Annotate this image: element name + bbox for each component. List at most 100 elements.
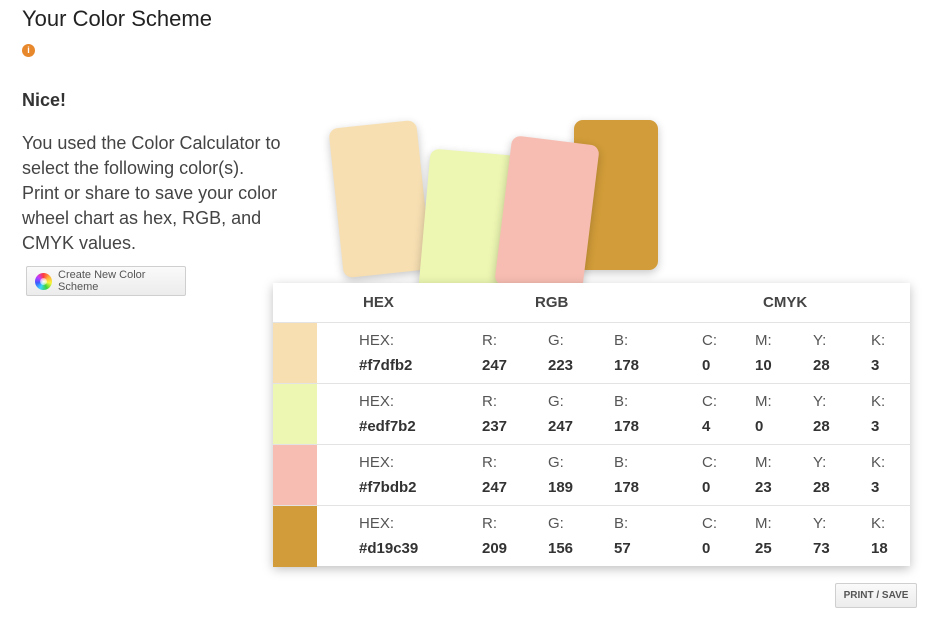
g-value: 189 [548,479,574,496]
color-swatch [273,384,317,444]
r-cell: R: 209 [482,516,507,557]
k-label: K: [871,332,886,349]
k-value: 3 [871,418,880,435]
c-cell: C: 4 [702,394,717,435]
print-save-button[interactable]: PRINT / SAVE [835,583,917,608]
g-value: 156 [548,540,574,557]
hex-cell: HEX: #d19c39 [359,516,418,557]
c-cell: C: 0 [702,333,717,374]
k-label: K: [871,454,886,471]
description-text: You used the Color Calculator to select … [22,133,281,253]
m-cell: M: 0 [755,394,772,435]
header-rgb: RGB [535,294,569,311]
hex-label: HEX: [359,393,395,410]
r-cell: R: 237 [482,394,507,435]
m-label: M: [755,393,772,410]
r-label: R: [482,393,497,410]
hex-label: HEX: [359,332,395,349]
c-value: 0 [702,357,711,374]
hex-cell: HEX: #edf7b2 [359,394,416,435]
table-row: HEX: #f7bdb2 R: 247 G: 189 B: 178 C: 0 M: 23 Y: 28 K: 3 [273,445,910,506]
m-label: M: [755,515,772,532]
hex-label: HEX: [359,454,395,471]
g-label: G: [548,332,564,349]
hex-value: #f7dfb2 [359,357,413,374]
success-heading: Nice! [22,90,67,110]
g-value: 223 [548,357,574,374]
g-label: G: [548,515,564,532]
b-value: 57 [614,540,631,557]
b-cell: B: 178 [614,455,639,496]
y-value: 28 [813,479,830,496]
m-value: 0 [755,418,764,435]
k-cell: K: 3 [871,455,885,496]
c-cell: C: 0 [702,455,717,496]
m-value: 23 [755,479,772,496]
m-cell: M: 10 [755,333,772,374]
y-value: 28 [813,418,830,435]
swatch-card-1 [328,119,432,279]
b-label: B: [614,332,629,349]
r-cell: R: 247 [482,455,507,496]
color-values-table: HEX RGB CMYK HEX: #f7dfb2 R: 247 G: 223 B: 178 C… [273,283,910,567]
g-cell: G: 247 [548,394,573,435]
m-cell: M: 23 [755,455,772,496]
y-label: Y: [813,515,827,532]
info-icon[interactable]: i [22,44,35,57]
swatch-card-3 [494,135,600,295]
b-label: B: [614,515,629,532]
r-value: 209 [482,540,508,557]
table-body: HEX: #f7dfb2 R: 247 G: 223 B: 178 C: 0 M: 10 Y: 28 K: 3… [273,323,910,567]
m-label: M: [755,454,772,471]
m-cell: M: 25 [755,516,772,557]
hex-value: #edf7b2 [359,418,416,435]
y-value: 73 [813,540,830,557]
g-cell: G: 156 [548,516,573,557]
create-new-color-scheme-button[interactable]: Create New Color Scheme [26,266,186,296]
color-wheel-icon [35,272,52,290]
b-value: 178 [614,357,640,374]
table-row: HEX: #f7dfb2 R: 247 G: 223 B: 178 C: 0 M: 10 Y: 28 K: 3 [273,323,910,384]
k-value: 3 [871,479,880,496]
y-cell: Y: 28 [813,394,830,435]
k-value: 3 [871,357,880,374]
m-value: 10 [755,357,772,374]
y-label: Y: [813,454,827,471]
b-label: B: [614,454,629,471]
hex-label: HEX: [359,515,395,532]
m-label: M: [755,332,772,349]
g-label: G: [548,454,564,471]
b-value: 178 [614,479,640,496]
r-value: 237 [482,418,508,435]
y-cell: Y: 28 [813,333,830,374]
header-cmyk: CMYK [763,294,808,311]
table-row: HEX: #edf7b2 R: 237 G: 247 B: 178 C: 4 M: 0 Y: 28 K: 3 [273,384,910,445]
y-label: Y: [813,332,827,349]
c-label: C: [702,393,717,410]
hex-cell: HEX: #f7dfb2 [359,333,412,374]
color-swatch [273,506,317,567]
hex-cell: HEX: #f7bdb2 [359,455,417,496]
c-label: C: [702,454,717,471]
table-header: HEX RGB CMYK [273,283,910,323]
g-label: G: [548,393,564,410]
y-label: Y: [813,393,827,410]
hex-value: #d19c39 [359,540,419,557]
header-hex: HEX [363,294,394,311]
k-label: K: [871,515,886,532]
b-cell: B: 178 [614,394,639,435]
y-value: 28 [813,357,830,374]
color-swatch [273,445,317,505]
b-cell: B: 178 [614,333,639,374]
y-cell: Y: 73 [813,516,830,557]
color-swatch [273,323,317,383]
c-label: C: [702,332,717,349]
g-cell: G: 189 [548,455,573,496]
r-cell: R: 247 [482,333,507,374]
table-row: HEX: #d19c39 R: 209 G: 156 B: 57 C: 0 M: 25 Y: 73 K: 18 [273,506,910,567]
g-value: 247 [548,418,574,435]
g-cell: G: 223 [548,333,573,374]
c-label: C: [702,515,717,532]
r-label: R: [482,332,497,349]
k-cell: K: 18 [871,516,888,557]
